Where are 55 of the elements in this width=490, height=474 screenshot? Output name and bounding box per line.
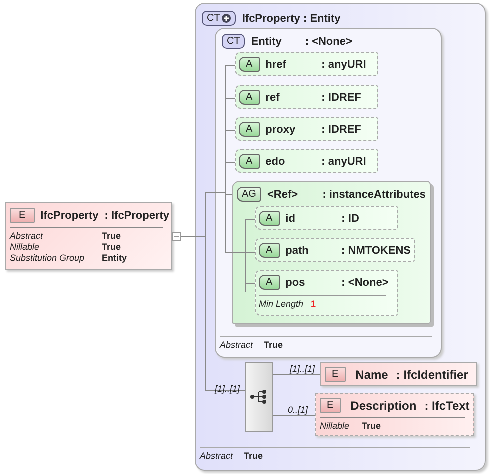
attribute-badge: A	[259, 211, 280, 226]
property-label: Nillable	[10, 242, 41, 253]
element-name: Description	[350, 398, 417, 412]
property-value: True	[102, 242, 122, 253]
complex-type-badge: CT	[222, 34, 246, 49]
attribute-badge: A	[239, 122, 260, 137]
property-label: Substitution Group	[10, 253, 86, 264]
complex-type-name: IfcProperty : Entity	[242, 12, 341, 24]
element-name: Name	[356, 368, 388, 382]
complex-type-type: : <None>	[305, 36, 352, 48]
attribute-badge: A	[239, 90, 260, 105]
element-badge: E	[10, 208, 35, 223]
attribute-group-name: <Ref>	[267, 188, 300, 200]
attribute-group-type: : instanceAttributes	[322, 188, 426, 200]
element-name: IfcProperty	[40, 210, 99, 222]
element-type: : IfcIdentifier	[396, 368, 468, 382]
property-value: True	[264, 340, 284, 351]
attribute-name: proxy	[266, 124, 297, 136]
element-type: : IfcText	[424, 398, 470, 412]
attribute-name: path	[286, 244, 310, 256]
element-badge: E	[320, 398, 341, 413]
attribute-badge: A	[239, 154, 260, 169]
attribute-type: : anyURI	[322, 156, 366, 168]
property-value: Entity	[102, 253, 128, 264]
property-label: Abstract	[200, 451, 234, 462]
property-value: True	[244, 451, 264, 462]
attribute-badge: A	[259, 275, 280, 290]
attribute-name: pos	[286, 276, 306, 288]
property-value: True	[362, 421, 382, 432]
attribute-name: href	[266, 58, 288, 70]
attribute-name: edo	[266, 156, 286, 168]
attribute-name: ref	[266, 92, 281, 104]
property-value: 1	[311, 299, 316, 310]
attribute-group-badge: AG	[237, 187, 262, 202]
attribute-type: : anyURI	[322, 58, 366, 70]
property-label: Abstract	[220, 340, 254, 351]
occurrence-label: [1]..[1]	[215, 384, 240, 394]
property-label: Nillable	[320, 421, 351, 432]
property-label: Min Length	[259, 299, 305, 310]
attribute-type: : NMTOKENS	[342, 244, 411, 256]
element-badge: E	[325, 367, 346, 382]
attribute-name: id	[286, 212, 296, 224]
attribute-badge: A	[239, 57, 260, 72]
complex-type-name: Entity	[251, 36, 283, 48]
element-type: : IfcProperty	[104, 210, 170, 222]
complex-type-badge: CT	[202, 11, 236, 26]
attribute-type: : <None>	[342, 276, 389, 288]
occurrence-label: [1]..[1]	[290, 364, 316, 374]
property-value: True	[102, 231, 122, 242]
occurrence-label: 0..[1]	[288, 405, 308, 415]
attribute-type: : IDREF	[322, 124, 362, 136]
attribute-type: : ID	[342, 212, 360, 224]
attribute-badge: A	[259, 243, 280, 258]
property-label: Abstract	[10, 231, 44, 242]
attribute-type: : IDREF	[322, 92, 362, 104]
